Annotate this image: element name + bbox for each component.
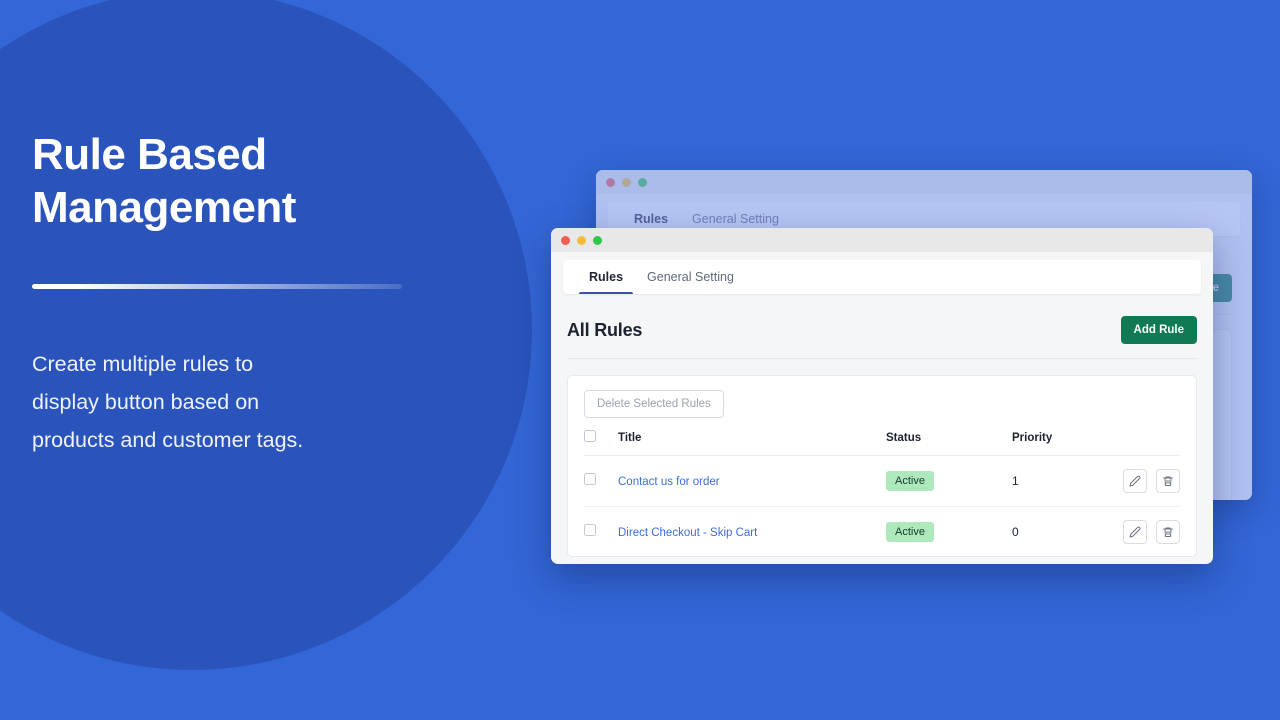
- column-header-actions: [1112, 430, 1180, 456]
- page-header: All Rules Add Rule: [567, 294, 1197, 359]
- column-header-priority: Priority: [1012, 430, 1112, 456]
- row-select-cell: [584, 507, 618, 558]
- pencil-icon: [1129, 526, 1140, 538]
- page-body: All Rules Add Rule Delete Selected Rules…: [551, 294, 1213, 557]
- trash-icon: [1163, 476, 1173, 486]
- row-checkbox[interactable]: [584, 524, 596, 536]
- page-title: Rule Based Management: [32, 130, 296, 232]
- row-actions-cell: [1112, 507, 1180, 558]
- status-badge: Active: [886, 522, 934, 542]
- column-header-status: Status: [886, 430, 1012, 456]
- row-select-cell: [584, 455, 618, 507]
- minimize-icon[interactable]: [577, 235, 586, 245]
- hero-subtitle: Create multiple rules to display button …: [32, 352, 304, 452]
- tab-rules[interactable]: Rules: [577, 260, 635, 294]
- tabbar-front: Rules General Setting: [563, 260, 1201, 294]
- table-row: Contact us for order Active 1: [584, 455, 1180, 507]
- rule-title-link[interactable]: Contact us for order: [618, 476, 720, 488]
- tab-label: General Setting: [647, 270, 734, 284]
- page-heading: All Rules: [567, 319, 643, 340]
- select-all-header: [584, 430, 618, 456]
- titlebar-front: [551, 228, 1213, 252]
- row-priority-cell: 1: [1012, 455, 1112, 507]
- table-header-row: Title Status Priority: [584, 430, 1180, 456]
- row-checkbox[interactable]: [584, 473, 596, 485]
- pencil-icon: [1129, 475, 1140, 487]
- hero-copy: Rule Based Management Create multiple ru…: [32, 128, 462, 459]
- promo-banner: Rule Based Management Create multiple ru…: [0, 0, 1280, 720]
- row-title-cell: Direct Checkout - Skip Cart: [618, 507, 886, 558]
- tab-label: Rules: [634, 212, 669, 226]
- edit-rule-button[interactable]: [1122, 520, 1147, 544]
- table-row: Direct Checkout - Skip Cart Active 0: [584, 507, 1180, 558]
- foreground-app-window: Rules General Setting All Rules Add Rule…: [551, 228, 1213, 564]
- titlebar-back: [596, 170, 1252, 194]
- row-actions-cell: [1112, 455, 1180, 507]
- maximize-icon[interactable]: [638, 177, 647, 187]
- add-rule-button[interactable]: Add Rule: [1120, 316, 1197, 344]
- trash-icon: [1163, 527, 1173, 537]
- edit-rule-button[interactable]: [1122, 469, 1147, 493]
- row-status-cell: Active: [886, 507, 1012, 558]
- status-badge: Active: [886, 471, 934, 491]
- tab-general-setting[interactable]: General Setting: [635, 260, 746, 294]
- rules-table-card: Delete Selected Rules Title Status Prior…: [567, 375, 1197, 557]
- delete-selected-rules-button[interactable]: Delete Selected Rules: [584, 390, 724, 418]
- column-header-title: Title: [618, 430, 886, 456]
- row-title-cell: Contact us for order: [618, 455, 886, 507]
- delete-rule-button[interactable]: [1156, 469, 1180, 493]
- row-status-cell: Active: [886, 455, 1012, 507]
- rule-title-link[interactable]: Direct Checkout - Skip Cart: [618, 527, 757, 539]
- row-priority-cell: 0: [1012, 525, 1019, 539]
- tab-label: Rules: [589, 270, 624, 284]
- tab-label: General Setting: [692, 212, 779, 226]
- maximize-icon[interactable]: [593, 235, 602, 245]
- close-icon[interactable]: [606, 177, 615, 187]
- divider: [32, 284, 402, 289]
- minimize-icon[interactable]: [622, 177, 631, 187]
- close-icon[interactable]: [561, 235, 570, 245]
- delete-rule-button[interactable]: [1156, 520, 1180, 544]
- rules-table: Title Status Priority Contact us for ord…: [584, 430, 1180, 557]
- select-all-checkbox[interactable]: [584, 430, 596, 442]
